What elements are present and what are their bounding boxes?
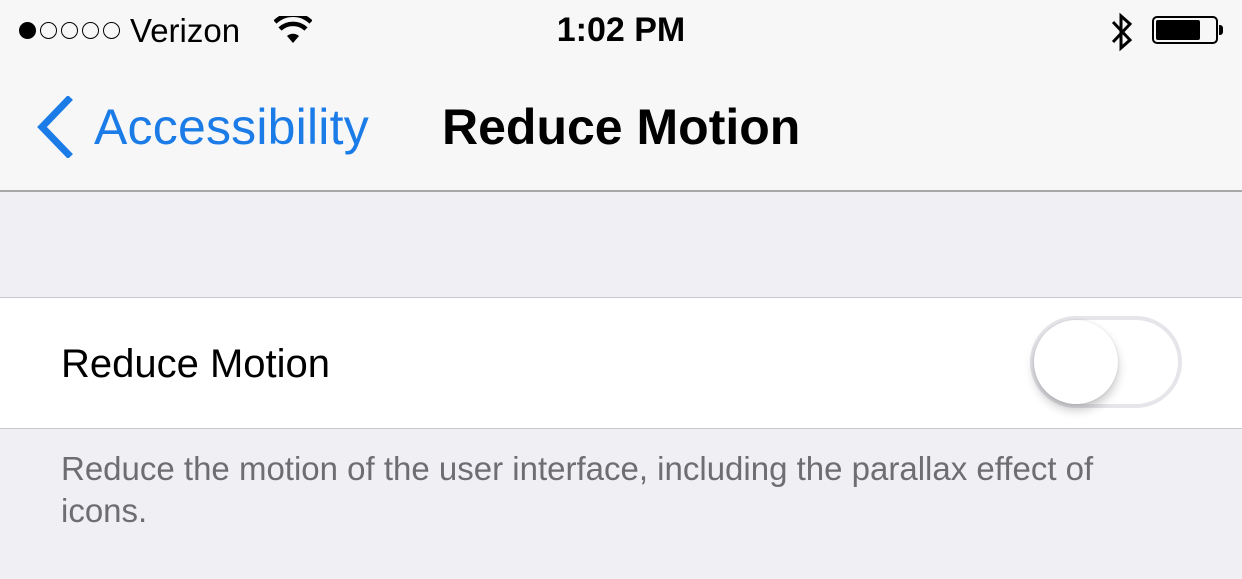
toggle-knob [1034, 320, 1118, 404]
settings-screen: Verizon 1:02 PM Accessibility Reduce Mot… [0, 0, 1242, 579]
battery-icon [1152, 16, 1218, 44]
setting-label: Reduce Motion [61, 342, 331, 386]
status-bar: Verizon 1:02 PM [0, 0, 1242, 64]
page-title: Reduce Motion [442, 99, 801, 155]
back-button[interactable]: Accessibility [34, 96, 369, 158]
back-label: Accessibility [94, 99, 369, 155]
header-bar: Verizon 1:02 PM Accessibility Reduce Mot… [0, 0, 1242, 192]
setting-row-reduce-motion: Reduce Motion [0, 297, 1242, 429]
bluetooth-icon [1111, 12, 1133, 52]
battery-tip [1219, 25, 1223, 35]
status-time: 1:02 PM [556, 11, 686, 49]
chevron-left-icon [37, 96, 73, 158]
reduce-motion-toggle[interactable] [1030, 316, 1182, 408]
battery-level [1156, 20, 1200, 40]
setting-description: Reduce the motion of the user interface,… [61, 450, 1094, 529]
